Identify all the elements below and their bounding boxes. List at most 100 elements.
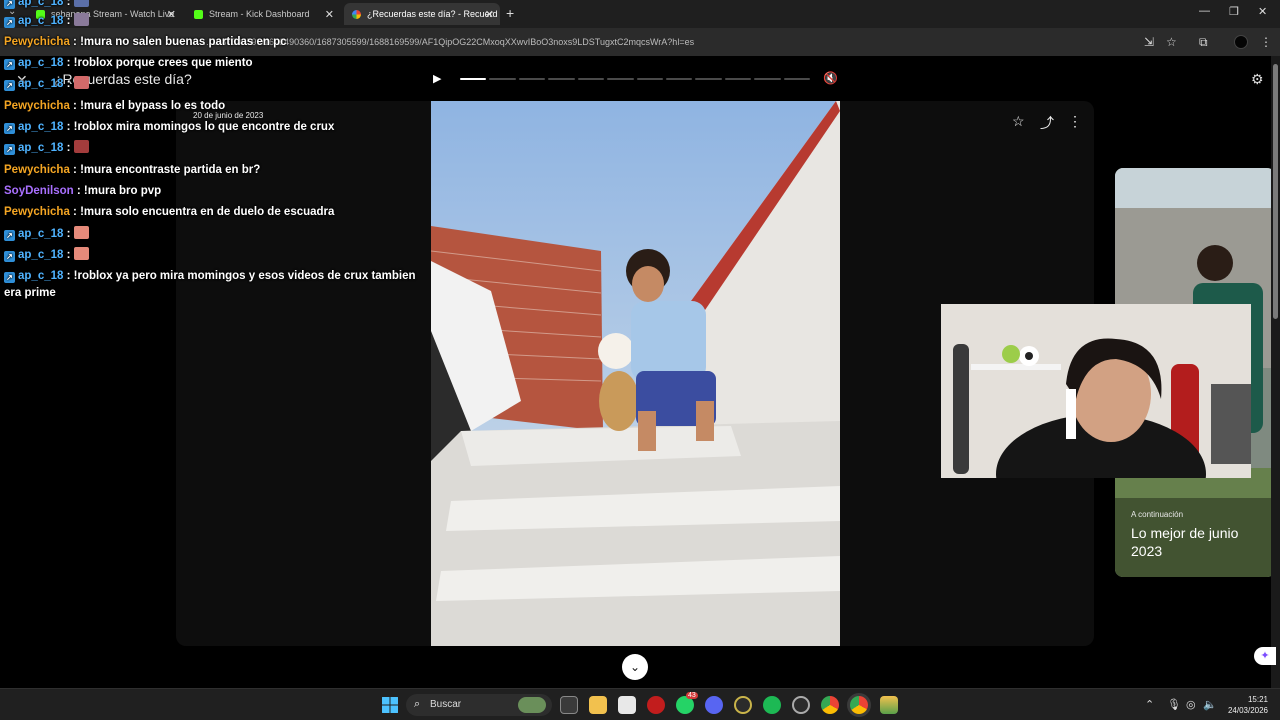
emote-icon [73, 13, 89, 26]
spotify-icon[interactable] [763, 696, 781, 714]
app-icon[interactable] [734, 696, 752, 714]
chat-username: ap_c_18 [18, 0, 64, 8]
chat-message: ↗ ap_c_18 : [4, 247, 89, 264]
minimize-icon[interactable]: — [1199, 5, 1210, 17]
chrome-active-icon[interactable] [850, 696, 868, 714]
chat-text: !mura solo encuentra en de duelo de escu… [80, 206, 335, 218]
chat-username: ap_c_18 [18, 121, 64, 133]
search-placeholder: Buscar [430, 699, 462, 710]
microsoft-store-icon[interactable] [618, 696, 636, 714]
chat-text: !roblox ya pero mira momingos y esos vid… [4, 270, 416, 299]
window-close-icon[interactable]: ✕ [1258, 5, 1267, 18]
streamer-webcam-overlay [941, 304, 1251, 478]
chat-username: SoyDenilson [4, 185, 74, 197]
webcam-image [941, 304, 1251, 478]
sub-badge-icon: ↗ [4, 272, 15, 283]
whatsapp-badge: 43 [686, 692, 698, 699]
progress-segment [460, 78, 487, 80]
wifi-icon[interactable]: ◎ [1186, 698, 1196, 711]
extensions-icon[interactable]: ⧉ [1199, 35, 1208, 50]
chat-message: ↗ ap_c_18 : !roblox mira momingos lo que … [4, 119, 334, 136]
profile-avatar[interactable] [1234, 35, 1248, 49]
memory-photo [431, 101, 840, 646]
chat-message: Pewychicha : !mura encontraste partida e… [4, 164, 261, 176]
chat-text: !mura no salen buenas partidas en pc [80, 36, 287, 48]
bluestacks-icon[interactable] [880, 696, 898, 714]
close-tab-icon[interactable]: ✕ [485, 8, 494, 21]
scroll-down-icon[interactable]: ⌄ [622, 654, 648, 680]
chat-message: ↗ ap_c_18 : [4, 13, 89, 30]
scrollbar-thumb[interactable] [1273, 64, 1278, 319]
chat-username: ap_c_18 [18, 78, 64, 90]
story-progress [460, 78, 811, 81]
taskbar-search[interactable]: ⌕ Buscar [406, 694, 552, 716]
sub-badge-icon: ↗ [4, 17, 15, 28]
progress-segment [783, 78, 811, 80]
sub-badge-icon: ↗ [4, 80, 15, 91]
chat-message: ↗ ap_c_18 : [4, 226, 89, 243]
assistant-icon[interactable]: ✦ [1254, 647, 1276, 665]
sub-badge-icon: ↗ [4, 251, 15, 262]
chat-message: Pewychicha : !mura el bypass lo es todo [4, 100, 226, 112]
memory-photo-image [431, 101, 840, 646]
chat-message: ↗ ap_c_18 : !roblox porque crees que mien… [4, 55, 253, 72]
system-clock[interactable]: 15:21 24/03/2026 [1218, 694, 1268, 716]
sub-badge-icon: ↗ [4, 0, 15, 9]
chat-message: Pewychicha : !mura no salen buenas parti… [4, 36, 287, 48]
progress-segment [636, 78, 663, 80]
emote-icon [73, 140, 89, 153]
microphone-icon[interactable]: 🎙 [1167, 698, 1181, 711]
mute-icon[interactable]: 🔇 [823, 71, 838, 85]
chat-username: ap_c_18 [18, 142, 64, 154]
restore-icon[interactable]: ❐ [1229, 5, 1239, 18]
chat-message: SoyDenilson : !mura bro pvp [4, 185, 162, 197]
emote-icon [73, 226, 89, 239]
clock-date: 24/03/2026 [1227, 706, 1268, 715]
progress-segment [518, 78, 546, 80]
chat-message: ↗ ap_c_18 : !roblox ya pero mira momingos… [4, 270, 416, 299]
chat-username: Pewychicha [4, 36, 70, 48]
sub-badge-icon: ↗ [4, 123, 15, 134]
emote-icon [73, 76, 89, 89]
progress-segment [607, 78, 634, 80]
chat-username: Pewychicha [4, 164, 70, 176]
file-explorer-icon[interactable] [589, 696, 607, 714]
share-icon[interactable]: ⤴ [1040, 113, 1054, 133]
chrome-icon[interactable] [821, 696, 839, 714]
new-tab-icon[interactable]: + [506, 5, 514, 21]
windows-taskbar: ⌕ Buscar 43 ⌃ 🎙 ◎ 🔈 15:21 24/03/2026 [0, 688, 1280, 720]
chat-username: ap_c_18 [18, 270, 64, 282]
progress-segment [754, 78, 781, 80]
chat-username: ap_c_18 [18, 249, 64, 261]
chat-username: Pewychicha [4, 100, 70, 112]
emote-icon [73, 0, 89, 7]
task-view-icon[interactable] [560, 696, 578, 714]
opera-icon[interactable] [647, 696, 665, 714]
next-label: A continuación [1131, 510, 1184, 519]
progress-segment [548, 78, 575, 80]
screen: ⌄ sebanana Stream - Watch Live ✕ Stream … [0, 0, 1280, 720]
chat-username: ap_c_18 [18, 57, 64, 69]
install-app-icon[interactable]: ⇲ [1144, 35, 1154, 49]
chat-username: ap_c_18 [18, 15, 64, 27]
settings-gear-icon[interactable]: ⚙ [1251, 71, 1264, 88]
chat-text: !roblox mira momingos lo que encontre de… [73, 121, 335, 133]
sub-badge-icon: ↗ [4, 230, 15, 241]
favorite-star-icon[interactable]: ☆ [1012, 113, 1025, 130]
more-options-icon[interactable]: ⋮ [1068, 113, 1082, 130]
progress-segment [577, 78, 605, 80]
chat-message: ↗ ap_c_18 : [4, 140, 89, 157]
bookmark-star-icon[interactable]: ☆ [1166, 35, 1177, 49]
chat-username: ap_c_18 [18, 228, 64, 240]
page-scrollbar[interactable] [1271, 56, 1280, 688]
windows-start-icon[interactable] [381, 696, 399, 714]
volume-icon[interactable]: 🔈 [1203, 698, 1217, 711]
chat-message: ↗ ap_c_18 : [4, 0, 89, 11]
stream-chat-overlay: ↗ ap_c_18 : ↗ ap_c_18 : Pewychicha : !mura… [0, 0, 440, 320]
steam-icon[interactable] [792, 696, 810, 714]
chat-message: ↗ ap_c_18 : [4, 76, 89, 93]
clock-time: 15:21 [1247, 695, 1268, 704]
browser-menu-icon[interactable]: ⋮ [1260, 35, 1272, 49]
tray-overflow-icon[interactable]: ⌃ [1145, 698, 1154, 711]
discord-icon[interactable] [705, 696, 723, 714]
